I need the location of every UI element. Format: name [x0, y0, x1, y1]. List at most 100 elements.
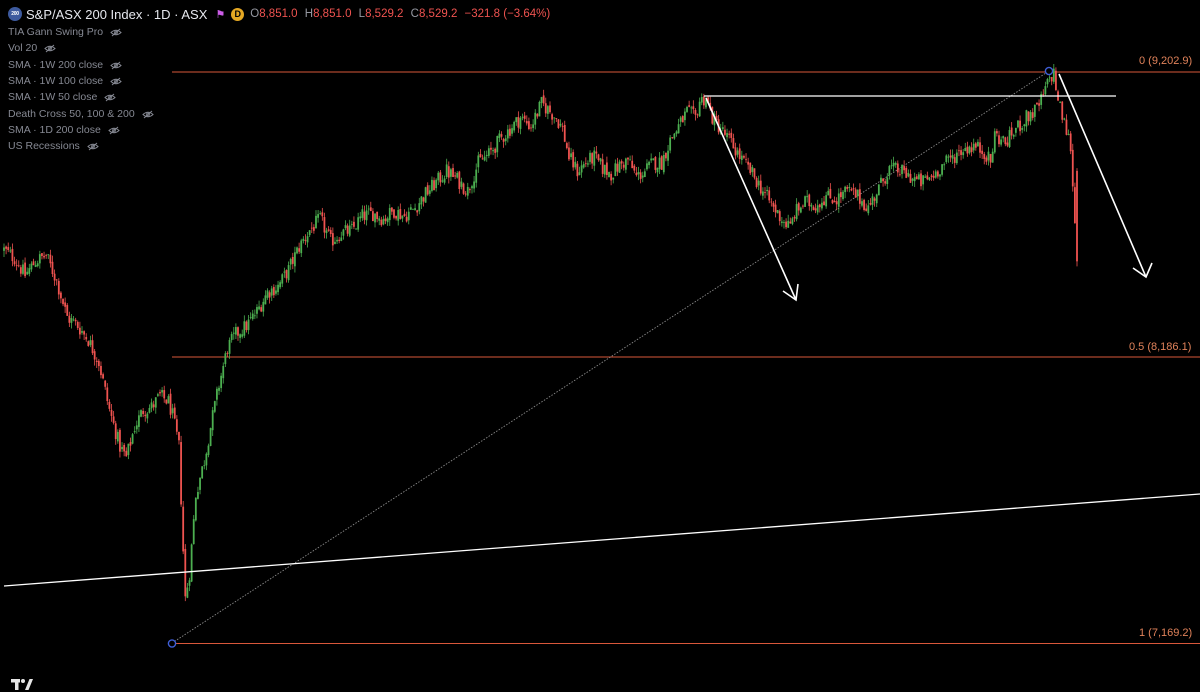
candle-body [68, 315, 71, 323]
candle-body [331, 233, 334, 246]
indicator-row[interactable]: SMA · 1W 200 close [8, 57, 550, 73]
candle-body [797, 203, 800, 211]
indicator-row[interactable]: SMA · 1W 50 close [8, 89, 550, 105]
candle-body [587, 163, 589, 165]
candle-body [734, 147, 737, 156]
candle-body [45, 255, 48, 256]
candle-body [1010, 127, 1013, 136]
symbol-header[interactable]: 200 S&P/ASX 200 Index · 1D · ASX ⚑ D O8,… [8, 5, 550, 23]
arrow-left-down[interactable] [705, 97, 799, 302]
candle-body [152, 404, 155, 408]
candle-body [226, 353, 229, 354]
eye-hidden-icon[interactable] [110, 61, 122, 70]
candle-body [740, 155, 743, 160]
candle-body [871, 196, 874, 205]
candle-body [350, 224, 353, 226]
eye-hidden-icon[interactable] [87, 142, 99, 151]
candle-body [886, 177, 889, 185]
candle-body [156, 394, 159, 396]
candle-body [827, 190, 830, 196]
dividend-badge[interactable]: D [231, 7, 245, 21]
candle-body [70, 318, 73, 323]
candle-body [755, 177, 758, 188]
indicator-row[interactable]: SMA · 1D 200 close [8, 122, 550, 138]
candle-body [245, 321, 248, 331]
candle-body [926, 175, 929, 180]
candle-body [730, 132, 733, 138]
fib-anchor-top[interactable] [1044, 66, 1054, 76]
eye-hidden-icon[interactable] [110, 28, 122, 37]
candle-body [239, 334, 241, 338]
candle-body [60, 292, 62, 299]
candle-body [321, 212, 324, 217]
candle-body [216, 388, 218, 400]
eye-hidden-icon[interactable] [108, 126, 120, 135]
candle-body [618, 161, 621, 173]
candle-body [55, 279, 58, 281]
candle-body [920, 173, 922, 187]
candle-body [133, 431, 136, 433]
symbol-title[interactable]: S&P/ASX 200 Index · 1D · ASX [26, 7, 207, 22]
candle-body [728, 133, 731, 135]
flag-icon[interactable]: ⚑ [215, 8, 225, 21]
candle-body [639, 172, 642, 179]
candle-body [258, 306, 260, 310]
candle-body [247, 319, 250, 331]
eye-hidden-icon[interactable] [104, 93, 117, 102]
candle-body [485, 154, 488, 156]
candle-body [409, 207, 412, 210]
indicator-row[interactable]: TIA Gann Swing Pro [8, 24, 550, 40]
candle-body [970, 147, 973, 152]
eye-hidden-icon[interactable] [141, 110, 154, 119]
candle-body [1059, 102, 1062, 103]
candle-body [875, 194, 878, 204]
candle-body [447, 166, 450, 178]
candle-body [1050, 77, 1053, 82]
candle-body [148, 407, 151, 413]
eye-hidden-icon[interactable] [110, 77, 122, 86]
candle-body [989, 153, 992, 163]
candle-body [597, 154, 600, 161]
candle-body [888, 166, 891, 176]
candle-body [388, 207, 391, 221]
fib-label-0.5: 0.5 (8,186.1) [1129, 341, 1192, 353]
candle-body [460, 181, 463, 187]
candle-body [559, 123, 562, 126]
candle-body [129, 442, 132, 446]
indicator-row[interactable]: Death Cross 50, 100 & 200 [8, 105, 550, 121]
candle-body [300, 240, 303, 254]
candle-body [960, 150, 962, 155]
candle-body [36, 263, 39, 267]
candle-body [144, 414, 147, 417]
candle-body [928, 177, 931, 181]
candle-body [1046, 79, 1049, 85]
candle-body [53, 273, 56, 281]
candle-body [812, 206, 815, 210]
candle-body [310, 227, 313, 229]
candle-body [466, 186, 469, 196]
indicator-row[interactable]: SMA · 1W 100 close [8, 73, 550, 89]
candle-body [987, 151, 990, 161]
indicator-label: TIA Gann Swing Pro [8, 26, 104, 39]
candle-body [998, 135, 1000, 145]
candle-body [776, 210, 779, 214]
candle-body [323, 217, 326, 233]
candle-body [947, 156, 950, 158]
candle-body [431, 179, 433, 191]
indicator-row[interactable]: US Recessions [8, 138, 550, 154]
candle-body [1033, 104, 1036, 117]
eye-hidden-icon[interactable] [44, 44, 56, 53]
candle-body [968, 146, 971, 154]
fib-anchor-bottom[interactable] [167, 639, 177, 648]
candle-body [163, 390, 166, 399]
candle-body [205, 453, 208, 466]
candle-body [374, 213, 376, 223]
candle-body [32, 261, 35, 266]
candle-body [312, 227, 315, 231]
candle-body [251, 313, 254, 320]
candle-body [285, 270, 288, 279]
candle-body [123, 444, 126, 452]
candle-body [692, 106, 695, 110]
indicator-row[interactable]: Vol 20 [8, 40, 550, 56]
candle-body [669, 137, 672, 151]
